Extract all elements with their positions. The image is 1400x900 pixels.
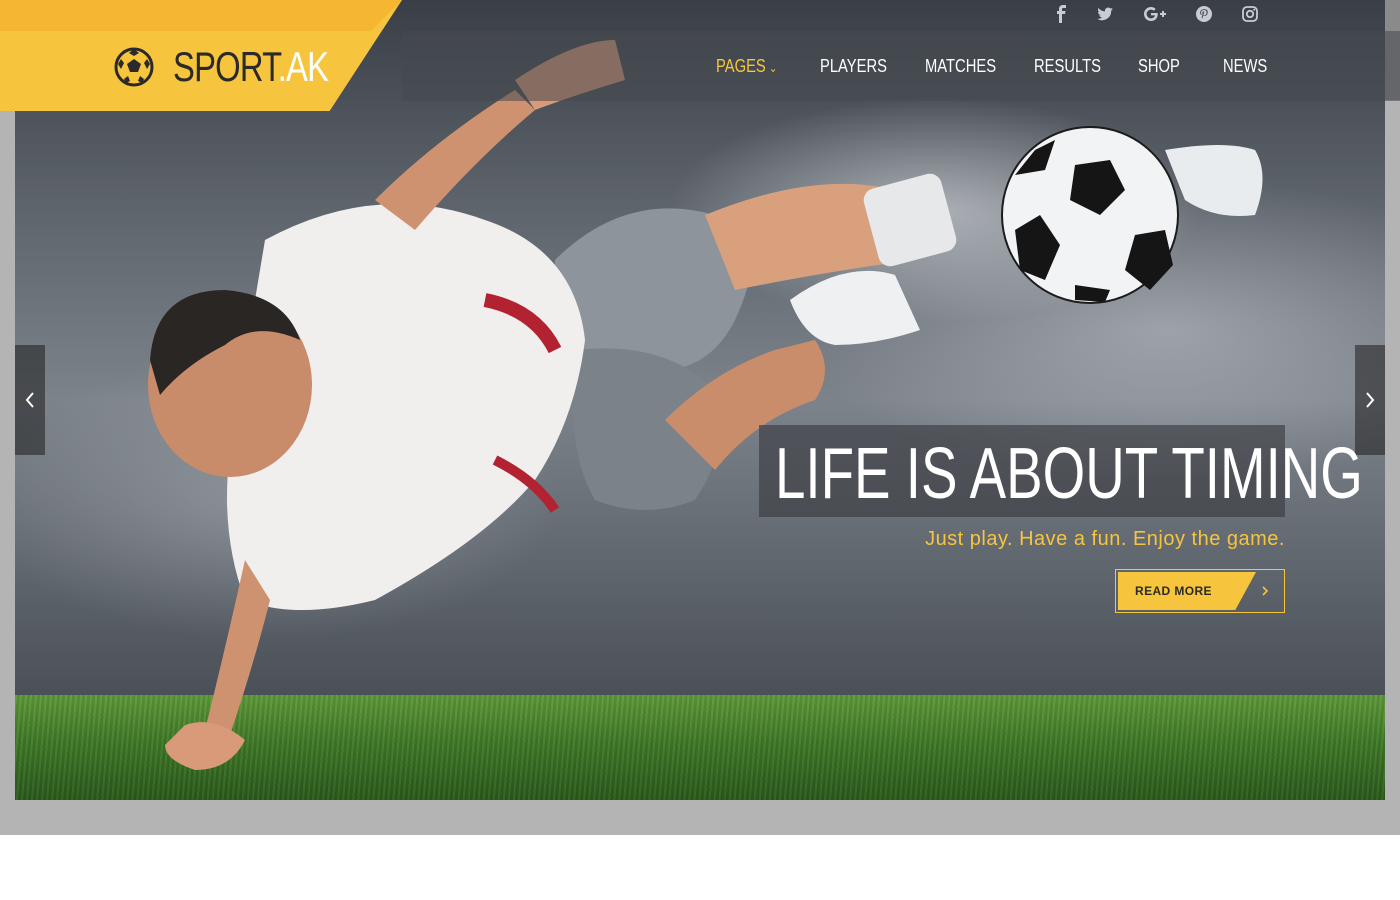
slider-prev-button[interactable] <box>15 345 45 455</box>
brand-name: SPORT <box>173 43 279 90</box>
chevron-right-icon <box>1366 392 1375 408</box>
nav-item-matches[interactable]: MATCHES <box>925 31 996 101</box>
logo-band-top <box>0 0 402 31</box>
brand-logo[interactable]: SPORT.AK <box>173 42 329 92</box>
read-more-label: READ MORE <box>1135 584 1212 598</box>
facebook-icon[interactable] <box>1052 4 1072 24</box>
chevron-right-icon <box>1262 586 1269 596</box>
nav-item-pages[interactable]: PAGES ⌄ <box>716 31 777 101</box>
hero-slider <box>15 0 1385 800</box>
nav-item-results[interactable]: RESULTS <box>1034 31 1101 101</box>
slide-headline: LIFE IS ABOUT TIMING <box>775 434 1363 514</box>
chevron-left-icon <box>25 392 34 408</box>
nav-item-shop[interactable]: SHOP <box>1138 31 1180 101</box>
instagram-icon[interactable] <box>1240 4 1260 24</box>
football-player-illustration <box>148 40 1263 770</box>
nav-item-players[interactable]: PLAYERS <box>820 31 887 101</box>
pinterest-icon[interactable] <box>1194 4 1214 24</box>
slide-subline: Just play. Have a fun. Enjoy the game. <box>925 528 1285 550</box>
soccer-ball-icon <box>114 47 154 87</box>
brand-name-accent: .AK <box>277 43 329 90</box>
chevron-down-icon: ⌄ <box>769 61 778 75</box>
nav-item-label: PAGES <box>716 56 766 76</box>
google-plus-icon[interactable] <box>1143 4 1167 24</box>
nav-item-news[interactable]: NEWS <box>1223 31 1267 101</box>
twitter-icon[interactable] <box>1095 4 1115 24</box>
